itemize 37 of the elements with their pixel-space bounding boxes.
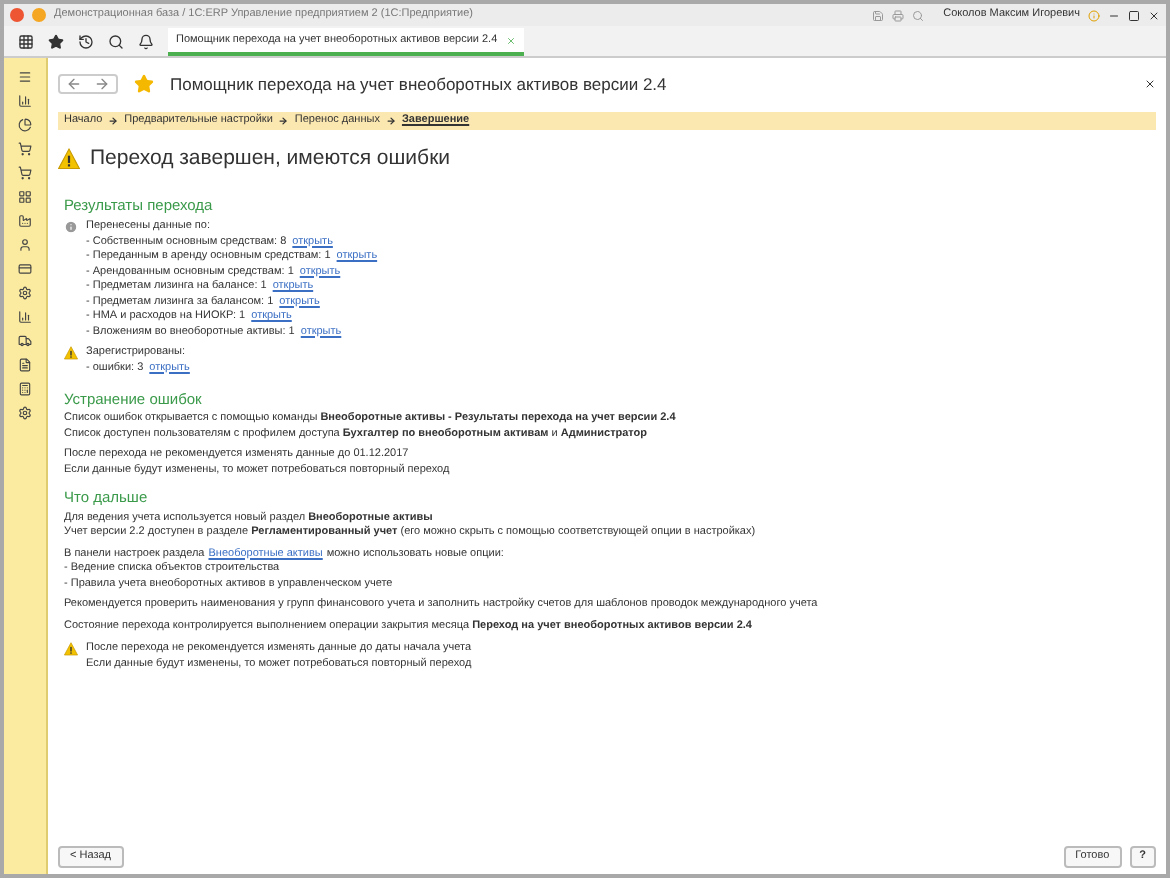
search-icon[interactable]: [108, 33, 125, 49]
grid-icon[interactable]: [18, 190, 32, 204]
chart-icon[interactable]: [18, 94, 32, 108]
warning-icon: [58, 148, 80, 171]
bell-icon[interactable]: [138, 33, 155, 49]
app-logo-icon: [10, 8, 24, 22]
forward-arrow-icon[interactable]: [94, 76, 110, 92]
settings-icon[interactable]: [18, 406, 32, 420]
calculator-icon[interactable]: [18, 382, 32, 396]
factory-icon[interactable]: [18, 214, 32, 228]
truck-icon[interactable]: [18, 334, 32, 348]
close-icon[interactable]: [1148, 9, 1160, 21]
pie-chart-icon[interactable]: [18, 118, 32, 132]
star-icon[interactable]: [47, 33, 64, 49]
status-heading: Переход завершен, имеются ошибки: [90, 144, 451, 174]
chart-icon[interactable]: [18, 310, 32, 324]
cart-icon[interactable]: [18, 142, 32, 156]
close-icon[interactable]: [1144, 78, 1156, 90]
step-arrow-icon: [385, 116, 396, 126]
warning-icon: [64, 642, 78, 656]
warning-icon: [64, 346, 78, 360]
cart-icon[interactable]: [18, 166, 32, 180]
person-icon[interactable]: [18, 238, 32, 252]
menu-icon[interactable]: [18, 70, 32, 84]
gear-icon[interactable]: [18, 286, 32, 300]
step-arrow-icon: [108, 116, 119, 126]
favorite-star-icon[interactable]: [134, 74, 154, 94]
minimize-icon[interactable]: [1108, 9, 1120, 21]
form-title: Помощник перехода на учет внеоборотных активов версии 2.4: [170, 71, 667, 97]
apps-grid-icon[interactable]: [17, 33, 34, 49]
document-icon[interactable]: [18, 358, 32, 372]
card-icon[interactable]: [18, 262, 32, 276]
maximize-icon[interactable]: [1128, 9, 1140, 21]
history-icon[interactable]: [77, 33, 94, 49]
step-arrow-icon: [278, 116, 289, 126]
back-arrow-icon[interactable]: [66, 76, 82, 92]
info-icon: [64, 220, 78, 234]
